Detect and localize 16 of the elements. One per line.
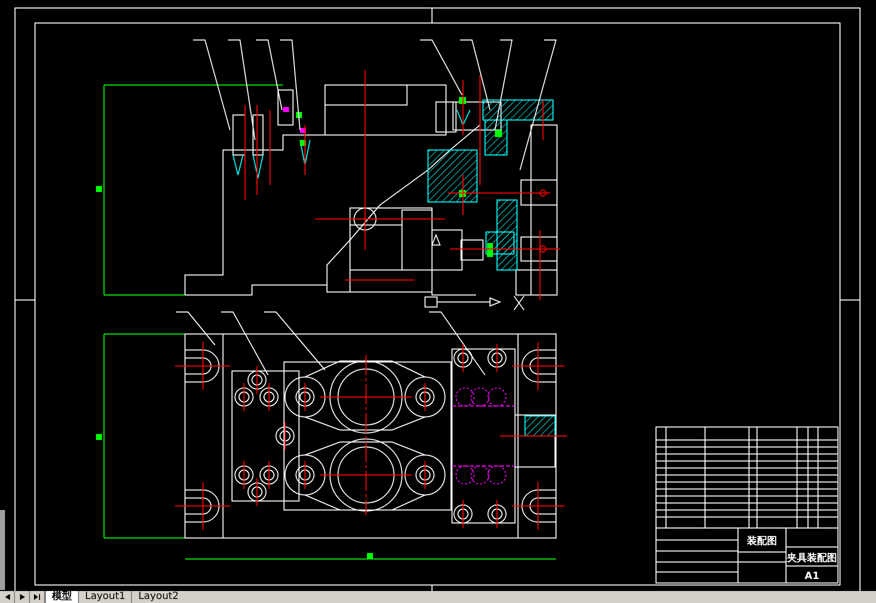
leader-line: [428, 312, 486, 376]
drawing-name: 装配图: [747, 536, 777, 547]
layout-tab[interactable]: Layout1: [78, 591, 132, 603]
leader-line: [420, 40, 462, 96]
leader-line: [256, 40, 282, 110]
scrollbar[interactable]: [0, 510, 5, 590]
layout-tab[interactable]: 模型: [45, 591, 78, 603]
scroll-first-icon[interactable]: [4, 594, 10, 600]
scroll-right-icon[interactable]: [20, 594, 24, 600]
scroll-last-icon[interactable]: [34, 594, 40, 600]
sheet-size: A1: [804, 571, 820, 582]
leader-line: [220, 312, 268, 376]
leader-line: [176, 312, 216, 346]
drawing-title: 夹具装配图: [787, 553, 837, 564]
leader-line: [460, 40, 490, 110]
leader-line: [264, 312, 326, 370]
